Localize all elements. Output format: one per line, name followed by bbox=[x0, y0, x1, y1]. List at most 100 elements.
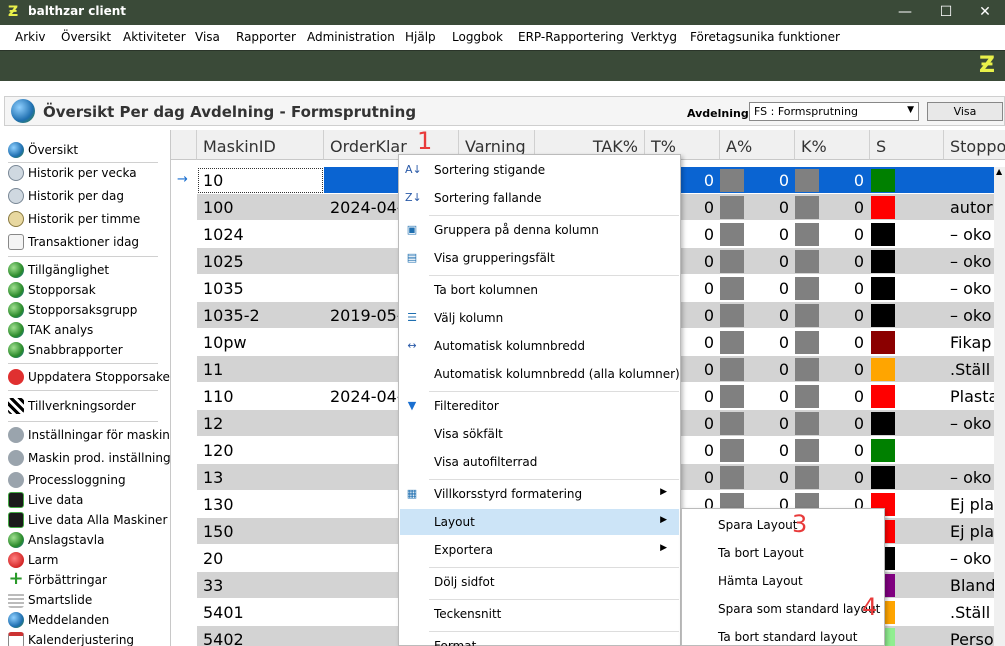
row-indicator-arrow-icon[interactable]: → bbox=[171, 167, 197, 194]
visa-button[interactable]: Visa bbox=[927, 102, 1003, 121]
cell-maskinid[interactable]: 150 bbox=[197, 518, 324, 545]
menu-item[interactable]: Exportera ▶ bbox=[400, 537, 679, 563]
menu-hjalp[interactable]: Hjälp bbox=[405, 30, 436, 44]
cell-maskinid[interactable]: 12 bbox=[197, 410, 324, 437]
cell-stopporsak[interactable]: – oko bbox=[944, 464, 994, 491]
menu-administration[interactable]: Administration bbox=[307, 30, 395, 44]
cell-stopporsak[interactable]: Bland bbox=[944, 572, 994, 599]
cell-stopporsak[interactable]: autor bbox=[944, 194, 994, 221]
submenu-item[interactable]: Hämta Layout bbox=[683, 566, 883, 594]
menu-item[interactable]: ↔ Automatisk kolumnbredd bbox=[400, 333, 679, 359]
cell-stopporsak[interactable]: – oko bbox=[944, 410, 994, 437]
cell-maskinid[interactable]: 1035 bbox=[197, 275, 324, 302]
cell-stopporsak[interactable]: – oko bbox=[944, 221, 994, 248]
menu-item[interactable]: Teckensnitt bbox=[400, 601, 679, 627]
row-indicator[interactable] bbox=[171, 572, 197, 599]
menu-item[interactable]: ▣ Gruppera på denna kolumn bbox=[400, 217, 679, 243]
menu-visa[interactable]: Visa bbox=[195, 30, 220, 44]
close-button[interactable]: ✕ bbox=[965, 0, 1005, 25]
minimize-button[interactable]: — bbox=[885, 0, 925, 25]
row-indicator[interactable] bbox=[171, 248, 197, 275]
sidebar-item-tillganglighet[interactable]: Tillgänglighet bbox=[8, 260, 160, 280]
menu-oversikt[interactable]: Översikt bbox=[61, 30, 111, 44]
cell-stopporsak[interactable] bbox=[944, 167, 994, 194]
row-indicator[interactable] bbox=[171, 302, 197, 329]
sidebar-item-oversikt[interactable]: Översikt bbox=[8, 140, 160, 160]
menu-item[interactable]: Automatisk kolumnbredd (alla kolumner) bbox=[400, 361, 680, 387]
row-indicator[interactable] bbox=[171, 383, 197, 410]
row-indicator[interactable] bbox=[171, 356, 197, 383]
cell-stopporsak[interactable]: Ej pla bbox=[944, 491, 994, 518]
menu-item[interactable]: ▼ Filtereditor bbox=[400, 393, 679, 419]
maximize-button[interactable]: ☐ bbox=[926, 0, 966, 25]
sidebar-item-stopporsak[interactable]: Stopporsak bbox=[8, 280, 160, 300]
menu-item[interactable]: Format bbox=[400, 633, 679, 646]
sidebar-item-tak-analys[interactable]: TAK analys bbox=[8, 320, 160, 340]
cell-stopporsak[interactable]: – oko bbox=[944, 302, 994, 329]
column-header-stopporsak[interactable]: Stopporsak bbox=[944, 130, 1005, 160]
row-indicator[interactable] bbox=[171, 194, 197, 221]
cell-maskinid[interactable]: 1025 bbox=[197, 248, 324, 275]
menu-item[interactable]: Visa sökfält bbox=[400, 421, 679, 447]
sidebar-item-meddelanden[interactable]: Meddelanden bbox=[8, 610, 160, 630]
menu-item[interactable]: Visa autofilterrad bbox=[400, 449, 679, 475]
sidebar-item-live-data-alla[interactable]: Live data Alla Maskiner bbox=[8, 510, 167, 530]
cell-stopporsak[interactable]: – oko bbox=[944, 275, 994, 302]
menu-aktiviteter[interactable]: Aktiviteter bbox=[123, 30, 186, 44]
menu-foretagsunika[interactable]: Företagsunika funktioner bbox=[690, 30, 840, 44]
cell-maskinid[interactable]: 100 bbox=[197, 194, 324, 221]
sidebar-item-live-data[interactable]: Live data bbox=[8, 490, 160, 510]
column-header-maskinid[interactable]: MaskinID bbox=[197, 130, 324, 160]
sidebar-item-smartslide[interactable]: Smartslide bbox=[8, 590, 160, 610]
scroll-up-icon[interactable]: ▲ bbox=[996, 167, 1002, 176]
row-indicator[interactable] bbox=[171, 410, 197, 437]
cell-stopporsak[interactable]: Ej pla bbox=[944, 518, 994, 545]
vertical-scrollbar[interactable]: ▲ bbox=[994, 167, 1005, 646]
row-indicator[interactable] bbox=[171, 545, 197, 572]
menu-item[interactable]: Dölj sidfot bbox=[400, 569, 679, 595]
menu-item[interactable]: A↓ Sortering stigande bbox=[400, 157, 679, 183]
sidebar-item-anslagstavla[interactable]: Anslagstavla bbox=[8, 530, 160, 550]
menu-arkiv[interactable]: Arkiv bbox=[15, 30, 46, 44]
cell-stopporsak[interactable]: .Ställ bbox=[944, 599, 994, 626]
sidebar-item-historik-timme[interactable]: Historik per timme bbox=[8, 209, 160, 229]
submenu-item[interactable]: Ta bort standard layout bbox=[683, 622, 883, 646]
cell-stopporsak[interactable]: – oko bbox=[944, 545, 994, 572]
sidebar-item-uppdatera-stopporsaker[interactable]: Uppdatera Stopporsaker bbox=[8, 367, 175, 387]
cell-maskinid[interactable]: 10pw bbox=[197, 329, 324, 356]
sidebar-item-tillverkningsorder[interactable]: Tillverkningsorder bbox=[8, 396, 160, 416]
column-header-k[interactable]: K% bbox=[795, 130, 870, 160]
cell-maskinid[interactable]: 11 bbox=[197, 356, 324, 383]
cell-maskinid[interactable]: 20 bbox=[197, 545, 324, 572]
row-indicator[interactable] bbox=[171, 599, 197, 626]
column-header-s[interactable]: S bbox=[870, 130, 944, 160]
cell-maskinid[interactable]: 13 bbox=[197, 464, 324, 491]
cell-stopporsak[interactable]: Perso bbox=[944, 626, 994, 646]
cell-stopporsak[interactable]: Plasta bbox=[944, 383, 994, 410]
cell-stopporsak[interactable] bbox=[944, 437, 994, 464]
menu-verktyg[interactable]: Verktyg bbox=[631, 30, 677, 44]
row-indicator[interactable] bbox=[171, 275, 197, 302]
row-indicator[interactable] bbox=[171, 221, 197, 248]
row-indicator[interactable] bbox=[171, 491, 197, 518]
sidebar-item-historik-vecka[interactable]: Historik per vecka bbox=[8, 163, 160, 183]
row-indicator[interactable] bbox=[171, 437, 197, 464]
cell-maskinid[interactable]: 5401 bbox=[197, 599, 324, 626]
menu-item[interactable]: Z↓ Sortering fallande bbox=[400, 185, 679, 211]
cell-maskinid[interactable]: 5402 bbox=[197, 626, 324, 646]
submenu-item[interactable]: Spara som standard layout bbox=[683, 594, 883, 622]
cell-maskinid[interactable]: 33 bbox=[197, 572, 324, 599]
column-header-a[interactable]: A% bbox=[720, 130, 795, 160]
sidebar-item-forbattringar[interactable]: + Förbättringar bbox=[8, 570, 160, 590]
sidebar-item-larm[interactable]: Larm bbox=[8, 550, 160, 570]
menu-item[interactable]: Ta bort kolumnen bbox=[400, 277, 679, 303]
menu-rapporter[interactable]: Rapporter bbox=[236, 30, 296, 44]
menu-item[interactable]: ▤ Visa grupperingsfält bbox=[400, 245, 679, 271]
menu-item[interactable]: ☰ Välj kolumn bbox=[400, 305, 679, 331]
cell-stopporsak[interactable]: .Ställ bbox=[944, 356, 994, 383]
sidebar-item-maskin-prod[interactable]: Maskin prod. inställning bbox=[8, 448, 171, 468]
row-indicator[interactable] bbox=[171, 464, 197, 491]
menu-item[interactable]: ▦ Villkorsstyrd formatering ▶ bbox=[400, 481, 679, 507]
cell-maskinid[interactable]: 110 bbox=[197, 383, 324, 410]
submenu-item[interactable]: Spara Layout bbox=[683, 510, 883, 538]
